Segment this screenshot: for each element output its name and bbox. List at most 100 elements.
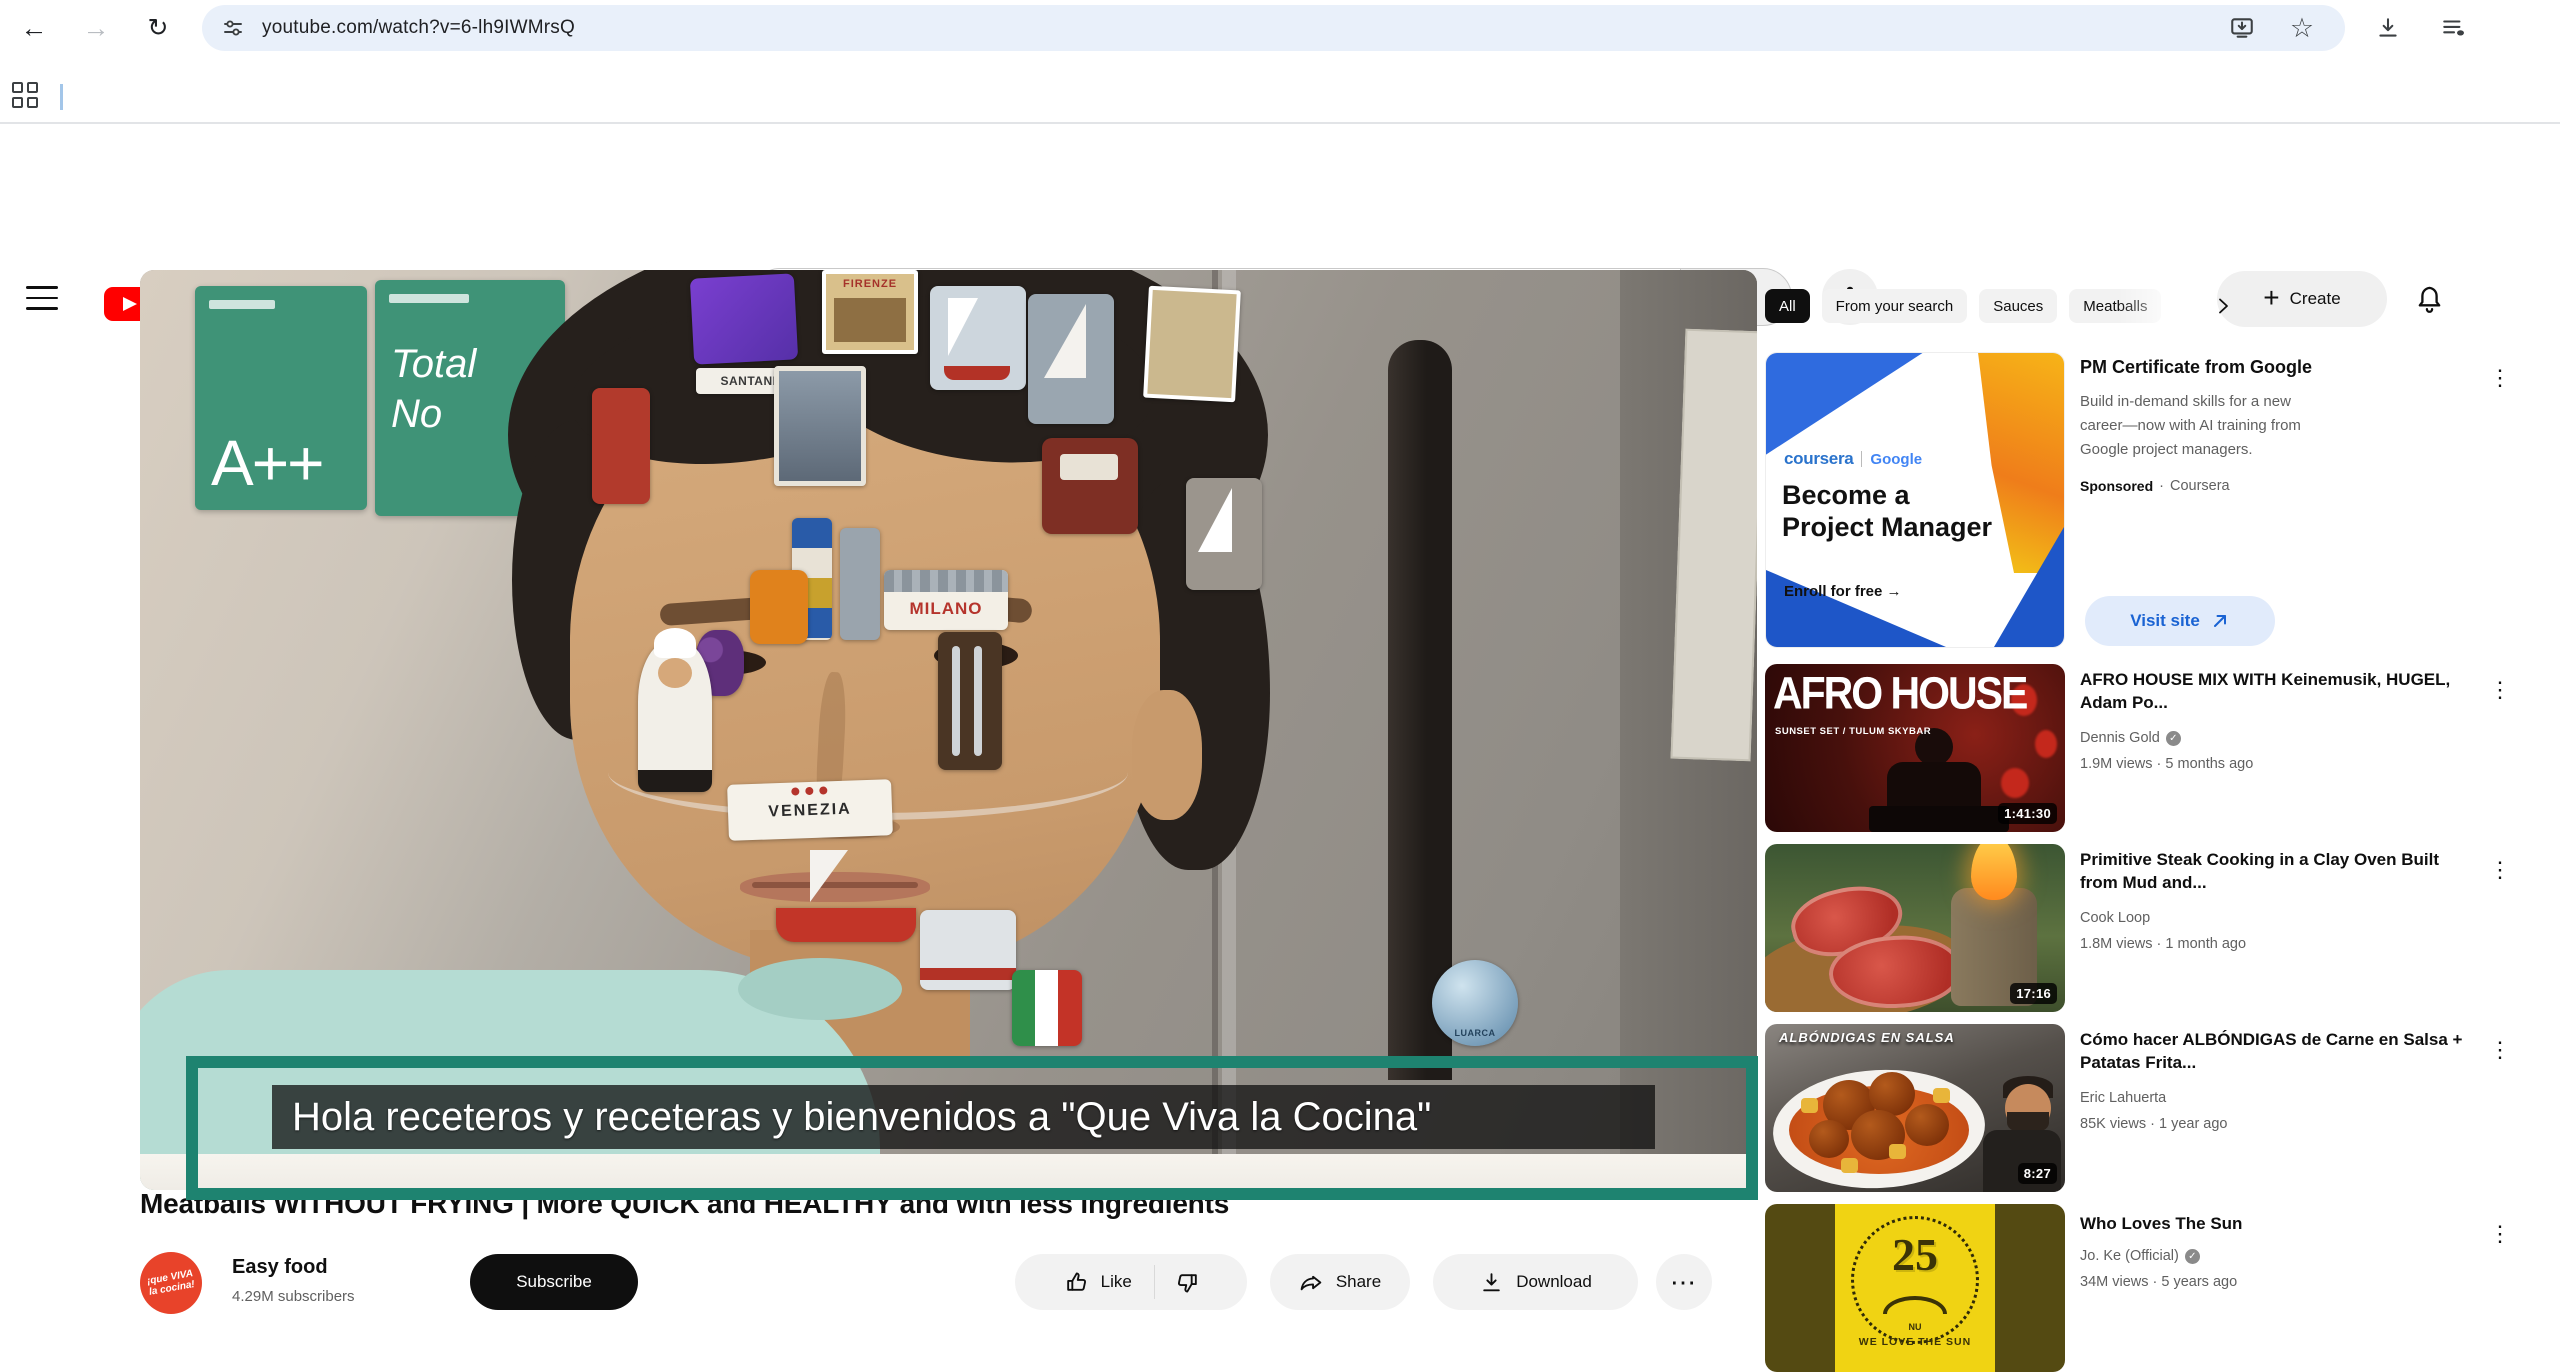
site-settings-icon[interactable] — [218, 13, 248, 43]
google-logo: Google — [1870, 451, 1922, 468]
suggested-title-1[interactable]: AFRO HOUSE MIX WITH Keinemusik, HUGEL, A… — [2080, 668, 2466, 714]
suggested-thumbnail-2[interactable]: 17:16 — [1765, 844, 2065, 1012]
thumb-1-title-text: AFRO HOUSE — [1773, 668, 2026, 720]
suggested-kebab-4-icon[interactable]: ⋮ — [2482, 1216, 2518, 1252]
suggested-title-2[interactable]: Primitive Steak Cooking in a Clay Oven B… — [2080, 848, 2466, 894]
browser-back-icon[interactable]: ← — [8, 2, 60, 54]
thumbs-up-icon — [1064, 1270, 1089, 1295]
thumb-4-line2: WE LOVE THE SUN — [1765, 1336, 2065, 1348]
magnet-red-tower — [592, 388, 650, 504]
caption-bar: Hola receteros y receteras y bienvenidos… — [272, 1085, 1655, 1149]
suggested-channel-4[interactable]: Jo. Ke (Official) ✓ — [2080, 1248, 2200, 1264]
ad-brand-row: coursera Google — [1784, 449, 1922, 469]
potato-cube — [1841, 1158, 1858, 1173]
suggested-channel-2[interactable]: Cook Loop — [2080, 910, 2150, 926]
suggested-kebab-2-icon[interactable]: ⋮ — [2482, 852, 2518, 888]
reading-list-icon[interactable] — [2434, 8, 2474, 48]
chip-all[interactable]: All — [1765, 289, 1810, 323]
ad-description-line: Google project managers. — [2080, 438, 2460, 462]
potato-cube — [1933, 1088, 1950, 1103]
thumb-4-line1: NU — [1765, 1322, 2065, 1332]
suggested-thumbnail-1[interactable]: AFRO HOUSE SUNSET SET / TULUM SKYBAR 1:4… — [1765, 664, 2065, 832]
person-ear — [1132, 690, 1202, 820]
sponsored-label: Sponsored — [2080, 478, 2153, 494]
install-app-icon[interactable] — [2222, 8, 2262, 48]
channel-avatar[interactable]: ¡que VIVA la cocina! — [140, 1252, 202, 1314]
downloads-icon[interactable] — [2368, 8, 2408, 48]
suggested-channel-3[interactable]: Eric Lahuerta — [2080, 1090, 2166, 1106]
person-collar — [738, 958, 902, 1020]
address-bar[interactable]: youtube.com/watch?v=6-lh9IWMrsQ — [202, 5, 2345, 51]
magnet-red-boat — [776, 850, 916, 942]
suggested-title-3[interactable]: Cómo hacer ALBÓNDIGAS de Carne en Salsa … — [2080, 1028, 2466, 1074]
like-button[interactable]: Like — [1038, 1254, 1154, 1310]
suggested-thumbnail-3[interactable]: ALBÓNDIGAS EN SALSA 8:27 — [1765, 1024, 2065, 1192]
suggested-kebab-1-icon[interactable]: ⋮ — [2482, 672, 2518, 708]
dislike-button[interactable] — [1155, 1254, 1224, 1310]
more-actions-button[interactable]: ⋯ — [1656, 1254, 1712, 1310]
potato-cube — [1801, 1098, 1818, 1113]
ad-cta-link[interactable]: Enroll for free → — [1784, 583, 1902, 600]
channel-name[interactable]: Easy food — [232, 1256, 328, 1279]
magnet-tall-city — [840, 528, 880, 640]
visit-site-label: Visit site — [2130, 611, 2200, 631]
download-button[interactable]: Download — [1433, 1254, 1638, 1310]
chips-chevron-right-icon[interactable] — [2203, 286, 2243, 326]
chip-meatballs[interactable]: Meatballs — [2069, 289, 2161, 323]
notifications-bell-icon[interactable] — [2408, 278, 2450, 320]
ad-title[interactable]: PM Certificate from Google — [2080, 356, 2466, 379]
browser-toolbar: ← → ↻ youtube.com/watch?v=6-lh9IWMrsQ ☆ — [0, 0, 2560, 124]
ad-description-line: career—now with AI training from — [2080, 414, 2460, 438]
bookmark-star-icon[interactable]: ☆ — [2282, 8, 2322, 48]
visit-site-button[interactable]: Visit site — [2085, 596, 2275, 646]
channel-name-text: Cook Loop — [2080, 910, 2150, 926]
url-text[interactable]: youtube.com/watch?v=6-lh9IWMrsQ — [262, 17, 575, 39]
chip-sauces[interactable]: Sauces — [1979, 289, 2057, 323]
create-label: Create — [2290, 289, 2341, 309]
share-button[interactable]: Share — [1270, 1254, 1410, 1310]
dark-bottle — [1388, 340, 1452, 1080]
browser-reload-icon[interactable]: ↻ — [132, 2, 184, 54]
chip-from-your-search[interactable]: From your search — [1822, 289, 1968, 323]
plus-icon: + — [2263, 282, 2279, 314]
suggested-title-4[interactable]: Who Loves The Sun — [2080, 1212, 2466, 1235]
magnet-ship — [1042, 438, 1138, 534]
magnet-city-photo — [774, 366, 866, 486]
share-arrow-icon — [1299, 1270, 1324, 1295]
like-label: Like — [1101, 1272, 1132, 1292]
magnet-cutlery — [938, 632, 1002, 770]
bookmark-caret — [60, 84, 63, 110]
suggested-kebab-3-icon[interactable]: ⋮ — [2482, 1032, 2518, 1068]
verified-badge-icon: ✓ — [2166, 731, 2181, 746]
thumb-4-number: 25 — [1765, 1228, 2065, 1281]
ad-headline: Become a Project Manager — [1782, 479, 1992, 543]
video-title: Meatballs WITHOUT FRYING | More QUICK an… — [140, 1188, 1700, 1220]
suggested-channel-1[interactable]: Dennis Gold ✓ — [2080, 730, 2181, 746]
channel-avatar-text: ¡que VIVA la cocina! — [143, 1268, 198, 1299]
ad-description-line: Build in-demand skills for a new — [2080, 390, 2460, 414]
suggested-thumbnail-4[interactable]: 25 NU WE LOVE THE SUN — [1765, 1204, 2065, 1372]
magnet-venezia-label: VENEZIA — [728, 793, 893, 829]
channel-name-text: Eric Lahuerta — [2080, 1090, 2166, 1106]
apps-grid-icon[interactable] — [12, 82, 38, 108]
ad-kebab-menu-icon[interactable]: ⋮ — [2482, 360, 2518, 396]
chip-meatballs-wrap: Meatballs — [2069, 289, 2191, 323]
duration-badge: 17:16 — [2010, 983, 2057, 1004]
download-label: Download — [1516, 1272, 1592, 1292]
menu-hamburger-icon[interactable] — [26, 284, 58, 312]
ad-thumbnail[interactable]: coursera Google Become a Project Manager… — [1765, 352, 2065, 648]
dot-separator: · — [2159, 478, 2164, 494]
subscribe-button[interactable]: Subscribe — [470, 1254, 638, 1310]
coursera-logo: coursera — [1784, 449, 1853, 469]
thumb-1-subtitle-text: SUNSET SET / TULUM SKYBAR — [1775, 726, 1931, 737]
magnet-milano: MILANO — [884, 570, 1008, 630]
magnet-firenze-label: FIRENZE — [826, 274, 914, 294]
magnet-chef-figurine — [638, 642, 712, 792]
browser-forward-icon[interactable]: → — [70, 2, 122, 54]
video-player[interactable]: A++ Total No FIRENZE SANTANDER MILANO — [140, 270, 1757, 1190]
suggested-meta-4: 34M views · 5 years ago — [2080, 1274, 2237, 1290]
share-label: Share — [1336, 1272, 1381, 1292]
suggested-meta-3: 85K views · 1 year ago — [2080, 1116, 2228, 1132]
like-dislike-pill: Like — [1015, 1254, 1247, 1310]
magnet-firenze: FIRENZE — [822, 270, 918, 354]
